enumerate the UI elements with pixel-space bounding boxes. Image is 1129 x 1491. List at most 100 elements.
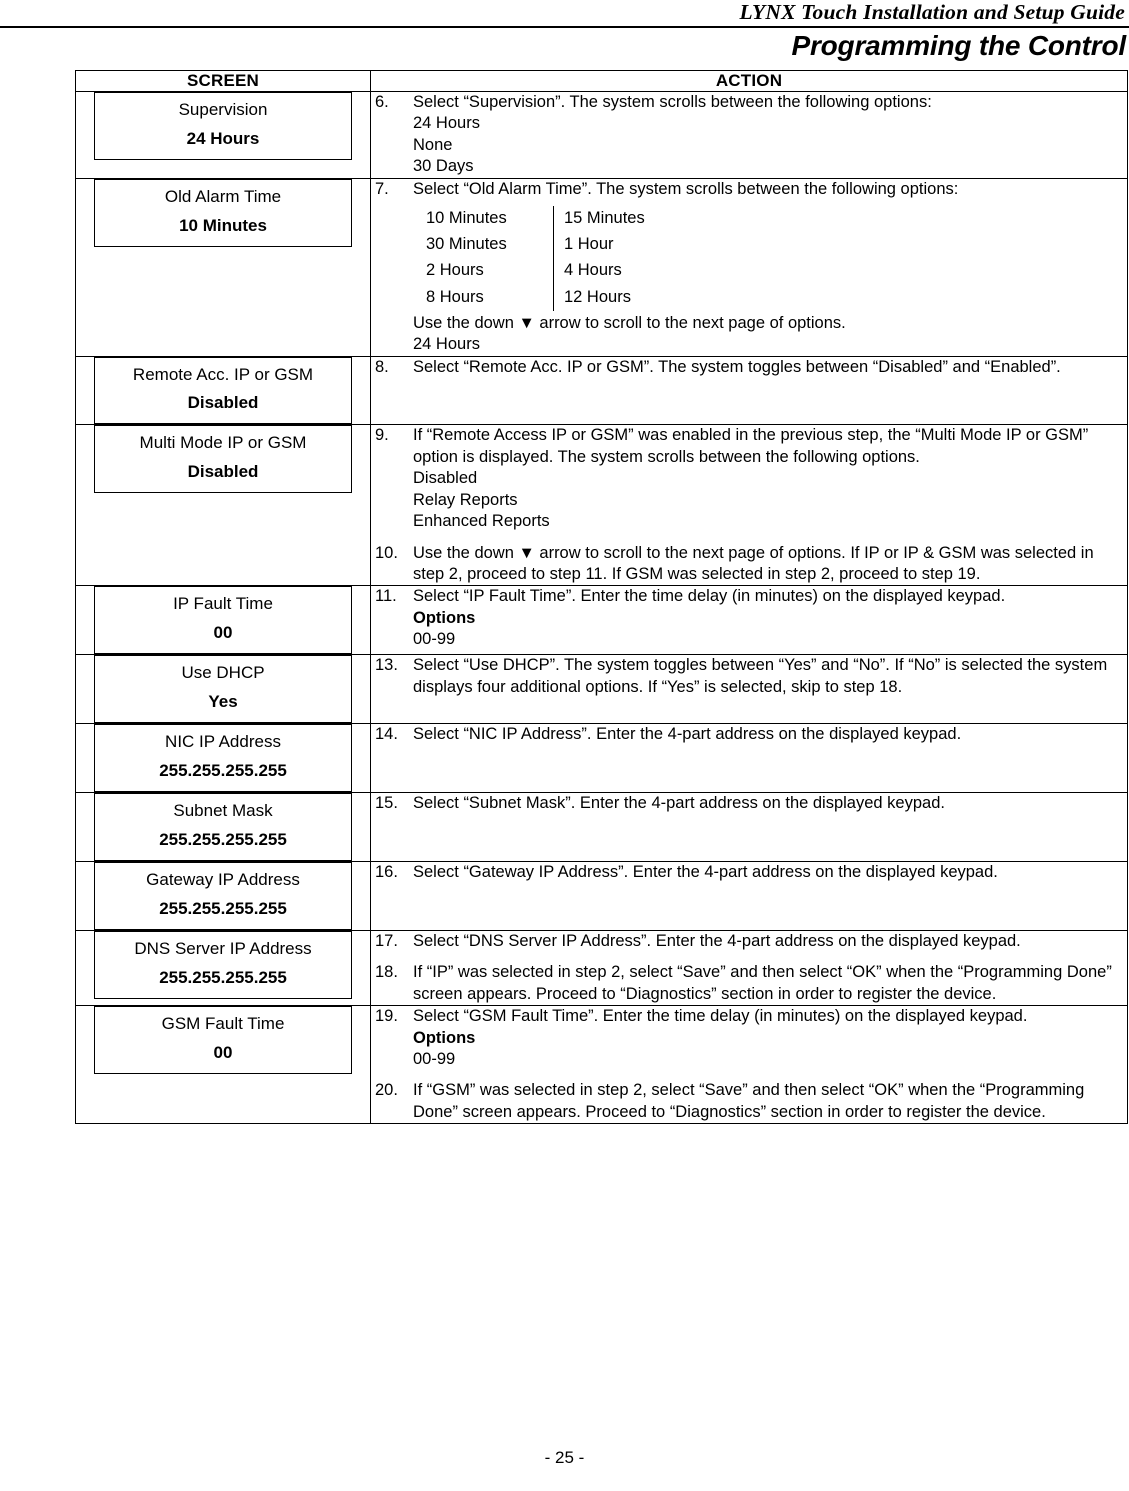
lcd-screen-preview: Multi Mode IP or GSM Disabled bbox=[94, 425, 352, 494]
table-row: Multi Mode IP or GSM Disabled 9. If “Remote… bbox=[75, 424, 1128, 587]
step-body: Select “Gateway IP Address”. Enter the 4… bbox=[413, 862, 1127, 883]
screen-cell: IP Fault Time 00 bbox=[75, 585, 371, 656]
options-label: Options bbox=[413, 1028, 476, 1047]
step-number: 10. bbox=[375, 543, 398, 562]
options-grid-row: 2 Hours 4 Hours bbox=[413, 258, 724, 285]
step-number: 15. bbox=[375, 794, 398, 813]
step-number: 20. bbox=[375, 1081, 398, 1100]
screen-cell: Subnet Mask 255.255.255.255 bbox=[75, 792, 371, 862]
lcd-screen-preview: DNS Server IP Address 255.255.255.255 bbox=[94, 930, 352, 999]
lcd-screen-title: NIC IP Address bbox=[165, 732, 281, 752]
step-number: 7. bbox=[375, 179, 389, 198]
screen-cell: NIC IP Address 255.255.255.255 bbox=[75, 723, 371, 794]
header-rule bbox=[0, 26, 1129, 28]
step-body: Select “Remote Acc. IP or GSM”. The syst… bbox=[413, 357, 1127, 378]
screen-cell: GSM Fault Time 00 bbox=[75, 1005, 371, 1125]
lcd-screen-value: 10 Minutes bbox=[179, 215, 267, 235]
lcd-screen-value: Yes bbox=[208, 692, 238, 712]
step-line: If “Remote Access IP or GSM” was enabled… bbox=[413, 426, 1089, 466]
step-line: None bbox=[413, 135, 453, 154]
step-body: Select “IP Fault Time”. Enter the time d… bbox=[413, 586, 1127, 650]
lcd-screen-value: 255.255.255.255 bbox=[159, 761, 287, 781]
table-row: Use DHCP Yes 13. Select “Use DHCP”. The sys… bbox=[75, 654, 1128, 725]
option-value: 4 Hours bbox=[564, 261, 622, 280]
step-body: Select “Supervision”. The system scrolls… bbox=[413, 92, 1127, 178]
screen-cell: Remote Acc. IP or GSM Disabled bbox=[75, 355, 371, 426]
page-title: Programming the Control bbox=[791, 30, 1126, 61]
action-cell: 17. Select “DNS Server IP Address”. Enter… bbox=[370, 929, 1128, 1007]
lcd-screen-preview: Old Alarm Time 10 Minutes bbox=[94, 178, 352, 247]
step-number: 19. bbox=[375, 1007, 398, 1026]
step-body: If “GSM” was selected in step 2, select … bbox=[413, 1080, 1127, 1123]
step-line: Select “Use DHCP”. The system toggles be… bbox=[413, 656, 1108, 696]
table-row: Old Alarm Time 10 Minutes 7. Select “Old Al… bbox=[75, 177, 1128, 357]
action-cell: 19. Select “GSM Fault Time”. Enter the ti… bbox=[370, 1005, 1128, 1125]
options-label: Options bbox=[413, 608, 476, 627]
action-cell: 8. Select “Remote Acc. IP or GSM”. The sy… bbox=[370, 355, 1128, 426]
option-value: 15 Minutes bbox=[564, 209, 645, 228]
options-grid: 10 Minutes 15 Minutes 30 Minutes 1 Hour 2 Ho… bbox=[413, 206, 724, 311]
option-value: 10 Minutes bbox=[413, 206, 554, 233]
action-cell: 16. Select “Gateway IP Address”. Enter th… bbox=[370, 860, 1128, 931]
step-line: Select “DNS Server IP Address”. Enter th… bbox=[413, 931, 1021, 950]
screen-cell: Use DHCP Yes bbox=[75, 654, 371, 725]
table-row: DNS Server IP Address 255.255.255.255 17. S… bbox=[75, 929, 1128, 1007]
action-cell: 9. If “Remote Access IP or GSM” was enabl… bbox=[370, 424, 1128, 587]
lcd-screen-value: 24 Hours bbox=[186, 128, 260, 148]
step-number: 16. bbox=[375, 862, 398, 881]
step-line: Select “NIC IP Address”. Enter the 4-par… bbox=[413, 725, 962, 744]
step-line: If “IP” was selected in step 2, select “… bbox=[413, 963, 1112, 1003]
table-row: Subnet Mask 255.255.255.255 15. Select “Sub… bbox=[75, 792, 1128, 862]
option-value: 2 Hours bbox=[413, 258, 554, 285]
lcd-screen-value: 255.255.255.255 bbox=[159, 830, 287, 849]
step-number: 9. bbox=[375, 426, 389, 445]
lcd-screen-preview: Remote Acc. IP or GSM Disabled bbox=[94, 356, 352, 425]
step-body: Select “NIC IP Address”. Enter the 4-par… bbox=[413, 724, 1127, 745]
instruction-step: 17. Select “DNS Server IP Address”. Enter… bbox=[371, 931, 1127, 952]
instruction-step: 14. Select “NIC IP Address”. Enter the 4-… bbox=[371, 724, 1127, 745]
lcd-screen-preview: Gateway IP Address 255.255.255.255 bbox=[94, 861, 352, 930]
instruction-step: 11. Select “IP Fault Time”. Enter the tim… bbox=[371, 586, 1127, 650]
lcd-screen-title: Old Alarm Time bbox=[164, 186, 282, 206]
option-value: 1 Hour bbox=[564, 235, 614, 254]
options-grid-row: 30 Minutes 1 Hour bbox=[413, 232, 724, 259]
instruction-step: 8. Select “Remote Acc. IP or GSM”. The sy… bbox=[371, 357, 1127, 378]
instruction-step: 7. Select “Old Alarm Time”. The system sc… bbox=[371, 179, 1127, 356]
step-line: Select “Subnet Mask”. Enter the 4-part a… bbox=[413, 794, 945, 813]
running-header: LYNX Touch Installation and Setup Guide bbox=[739, 0, 1125, 24]
step-line: Enhanced Reports bbox=[413, 512, 550, 531]
action-cell: 15. Select “Subnet Mask”. Enter the 4-par… bbox=[370, 792, 1128, 862]
step-body: If “IP” was selected in step 2, select “… bbox=[413, 962, 1127, 1005]
lcd-screen-preview: GSM Fault Time 00 bbox=[94, 1006, 352, 1074]
action-cell: 6. Select “Supervision”. The system scrol… bbox=[370, 91, 1128, 179]
lcd-screen-preview: Supervision 24 Hours bbox=[94, 92, 352, 160]
lcd-screen-title: Remote Acc. IP or GSM bbox=[132, 364, 314, 384]
step-body: Select “DNS Server IP Address”. Enter th… bbox=[413, 931, 1127, 952]
step-body: If “Remote Access IP or GSM” was enabled… bbox=[413, 425, 1127, 532]
instruction-step: 9. If “Remote Access IP or GSM” was enabl… bbox=[371, 425, 1127, 532]
step-line: Select “IP Fault Time”. Enter the time d… bbox=[413, 587, 1006, 606]
step-line: Select “Supervision”. The system scrolls… bbox=[413, 93, 932, 111]
lcd-screen-title: DNS Server IP Address bbox=[134, 938, 312, 958]
step-line: Select “Gateway IP Address”. Enter the 4… bbox=[413, 862, 998, 881]
instruction-step: 19. Select “GSM Fault Time”. Enter the ti… bbox=[371, 1006, 1127, 1070]
options-range: 00-99 bbox=[413, 630, 456, 649]
step-line: Select “Old Alarm Time”. The system scro… bbox=[413, 179, 959, 198]
step-number: 18. bbox=[375, 963, 398, 982]
action-cell: 13. Select “Use DHCP”. The system toggles… bbox=[370, 654, 1128, 725]
step-body: Select “Old Alarm Time”. The system scro… bbox=[413, 179, 1127, 356]
screen-cell: Gateway IP Address 255.255.255.255 bbox=[75, 860, 371, 931]
lcd-screen-value: 00 bbox=[213, 623, 233, 643]
step-number: 8. bbox=[375, 357, 389, 376]
page-number: - 25 - bbox=[544, 1448, 585, 1467]
instruction-step: 13. Select “Use DHCP”. The system toggles… bbox=[371, 655, 1127, 698]
step-line: 24 Hours bbox=[413, 114, 480, 133]
lcd-screen-title: IP Fault Time bbox=[173, 594, 273, 614]
instruction-step: 6. Select “Supervision”. The system scrol… bbox=[371, 92, 1127, 178]
option-value: 30 Minutes bbox=[413, 232, 554, 259]
step-line: 30 Days bbox=[413, 157, 474, 176]
lcd-screen-preview: Use DHCP Yes bbox=[94, 655, 352, 724]
instruction-step: 10. Use the down ▼ arrow to scroll to the… bbox=[371, 543, 1127, 586]
step-line: 24 Hours bbox=[413, 335, 480, 354]
table-body: Supervision 24 Hours 6. Select “Supervision… bbox=[75, 91, 1128, 1125]
